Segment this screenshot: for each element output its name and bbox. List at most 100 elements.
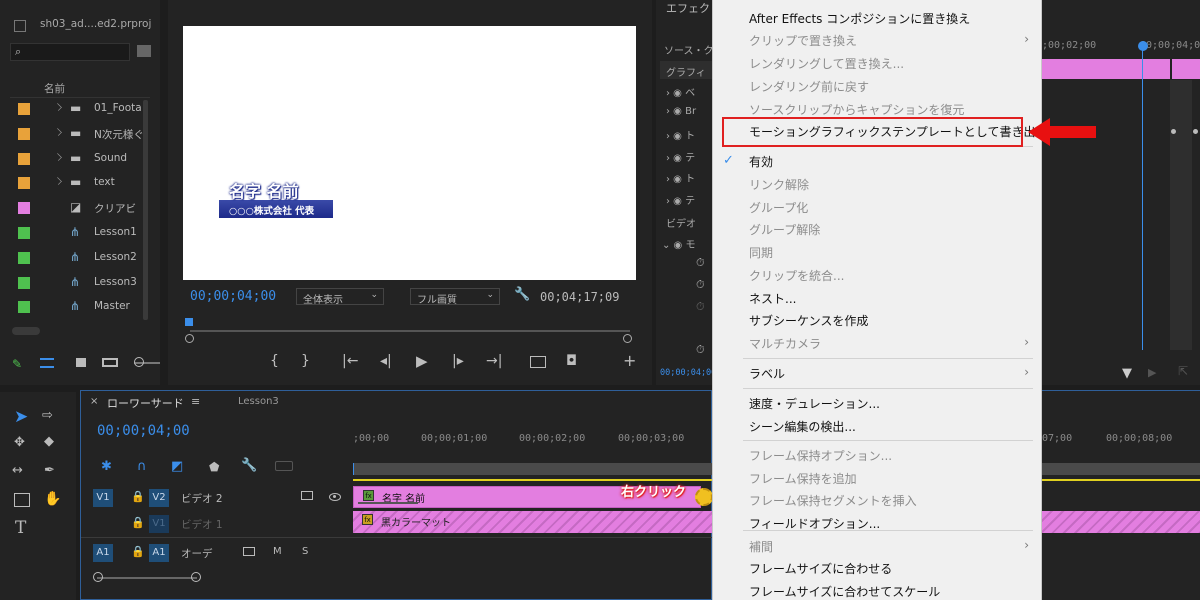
wrench-icon[interactable]: 🔧	[514, 287, 530, 302]
project-item-01-foota[interactable]: ▬ 01_Foota	[8, 97, 148, 121]
project-item-lesson1[interactable]: ⋔ Lesson1	[8, 221, 148, 245]
lock-icon[interactable]: 🔒	[131, 545, 145, 558]
zoom-select[interactable]: 全体表示 ⌄	[296, 288, 384, 306]
clip-v1[interactable]: fx 黒カラーマット	[353, 511, 713, 533]
effect-row[interactable]: › ◉ テ	[666, 149, 710, 167]
effect-controls-tab[interactable]: エフェク	[666, 0, 710, 16]
project-scrollbar[interactable]	[143, 100, 148, 320]
freeform-view-icon[interactable]	[102, 358, 118, 367]
chevron-right-icon[interactable]	[54, 177, 62, 186]
eye-icon[interactable]	[329, 493, 341, 501]
bin-icon[interactable]	[137, 45, 151, 57]
mute-button[interactable]: M	[273, 546, 282, 557]
go-to-in-icon[interactable]: |←	[342, 353, 358, 369]
step-forward-icon[interactable]: |▸	[452, 353, 464, 369]
sync-icon[interactable]	[301, 491, 313, 500]
keyframe-dot[interactable]	[1193, 129, 1198, 134]
v1-source-toggle[interactable]: V1	[93, 489, 113, 507]
tab-menu-icon[interactable]: ≡	[191, 395, 200, 408]
program-playhead[interactable]	[185, 318, 193, 326]
label-color-swatch[interactable]	[18, 202, 30, 215]
label-color-swatch[interactable]	[18, 227, 30, 239]
column-header-name[interactable]: 名前	[10, 78, 150, 98]
v1-track-target[interactable]: V1	[149, 515, 169, 533]
effect-row[interactable]: › ◉ Br	[666, 106, 710, 124]
track-zoom-handle-right[interactable]	[191, 572, 201, 582]
captions-icon[interactable]	[275, 461, 293, 471]
voiceover-icon[interactable]	[243, 547, 255, 556]
label-color-swatch[interactable]	[18, 177, 30, 190]
effect-row[interactable]: › ◉ ト	[666, 127, 710, 145]
project-item-lesson3[interactable]: ⋔ Lesson3	[8, 271, 148, 295]
scrub-start-handle[interactable]	[185, 334, 194, 343]
linked-selection-icon[interactable]: ◩	[171, 459, 183, 474]
pen-icon[interactable]: ✒	[44, 463, 55, 478]
wrench-icon[interactable]: 🔧	[241, 458, 257, 473]
solo-button[interactable]: S	[302, 546, 308, 557]
program-timecode[interactable]: 00;00;04;00	[190, 289, 276, 304]
eye-icon[interactable]: › ◉	[666, 153, 685, 164]
timeline-tab-active[interactable]: ローワーサード	[107, 395, 184, 411]
slip-icon[interactable]: ↔	[12, 463, 23, 478]
step-back-icon[interactable]: ◂|	[380, 353, 392, 369]
chevron-right-icon[interactable]	[54, 127, 62, 136]
program-video-frame[interactable]: 名字 名前 ○○○株式会社 代表	[183, 26, 636, 280]
a1-track-target[interactable]: A1	[149, 544, 169, 562]
selection-tool-icon[interactable]: ➤	[14, 407, 28, 427]
menu-item[interactable]: 速度・デュレーション...	[749, 395, 880, 412]
stopwatch-icon[interactable]: ⏱	[696, 256, 705, 270]
video-row[interactable]: ⌄ ◉ モ	[662, 236, 695, 251]
chevron-right-icon[interactable]	[54, 103, 62, 111]
label-color-swatch[interactable]	[18, 127, 30, 140]
eye-icon[interactable]: › ◉	[666, 174, 685, 185]
work-area-bar[interactable]	[353, 463, 713, 475]
camera-icon[interactable]: ◘	[566, 353, 577, 369]
timeline-timecode[interactable]: 00;00;04;00	[97, 423, 190, 439]
effect-row[interactable]: › ◉ ト	[666, 170, 710, 188]
track-zoom-slider[interactable]	[97, 577, 197, 579]
project-hscroll[interactable]	[12, 327, 40, 335]
marker-icon[interactable]: ⬟	[209, 460, 219, 474]
filter-icon[interactable]: ▼	[1122, 366, 1132, 381]
menu-item[interactable]: フレームサイズに合わせる	[749, 560, 892, 577]
mark-out-icon[interactable]: }	[301, 353, 310, 369]
effect-playhead-marker[interactable]	[1138, 41, 1148, 51]
menu-item[interactable]: ラベル	[749, 365, 785, 382]
label-color-swatch[interactable]	[18, 251, 30, 264]
play-audio-icon[interactable]: ▶	[1148, 366, 1156, 379]
timeline-tab-lesson3[interactable]: Lesson3	[238, 396, 279, 407]
project-item-master[interactable]: ⋔ Master	[8, 295, 148, 319]
mark-in-icon[interactable]: {	[270, 353, 279, 369]
menu-item[interactable]: フィールドオプション...	[749, 515, 880, 532]
razor-icon[interactable]: ◆	[44, 434, 54, 449]
list-view-icon[interactable]	[40, 358, 54, 368]
project-item-text[interactable]: ▬ text	[8, 171, 148, 195]
lock-icon[interactable]: 🔒	[131, 490, 145, 503]
safe-margins-icon[interactable]	[530, 356, 546, 368]
eye-icon[interactable]: › ◉	[666, 196, 685, 207]
add-button-icon[interactable]: +	[623, 351, 636, 370]
type-tool-icon[interactable]: T	[15, 518, 26, 538]
menu-item[interactable]: After Effects コンポジションに置き換え	[749, 10, 970, 27]
v2-track-target[interactable]: V2	[149, 489, 169, 507]
lock-icon[interactable]: 🔒	[131, 516, 145, 529]
chevron-right-icon[interactable]	[54, 152, 62, 161]
stopwatch-icon[interactable]: ⏱	[696, 300, 705, 314]
eye-icon[interactable]: › ◉	[666, 88, 685, 99]
label-color-swatch[interactable]	[18, 301, 30, 314]
stopwatch-icon[interactable]: ⏱	[696, 343, 705, 357]
menu-item[interactable]: フレームサイズに合わせてスケール	[749, 583, 940, 600]
snap-icon[interactable]: ✱	[101, 459, 112, 474]
zoom-slider-handle[interactable]	[134, 357, 144, 367]
play-icon[interactable]: ▶	[416, 352, 428, 370]
menu-item[interactable]: シーン編集の検出...	[749, 418, 856, 435]
clip-v1-continued[interactable]	[1042, 511, 1200, 533]
menu-item[interactable]: サブシーケンスを作成	[749, 312, 868, 329]
a1-source-toggle[interactable]: A1	[93, 544, 113, 562]
icon-view-icon[interactable]	[76, 358, 86, 367]
menu-item[interactable]: ネスト...	[749, 290, 796, 307]
label-color-swatch[interactable]	[18, 152, 30, 165]
scrub-end-handle[interactable]	[623, 334, 632, 343]
pencil-icon[interactable]: ✎	[12, 357, 22, 371]
export-icon[interactable]: ⇱	[1178, 364, 1188, 378]
